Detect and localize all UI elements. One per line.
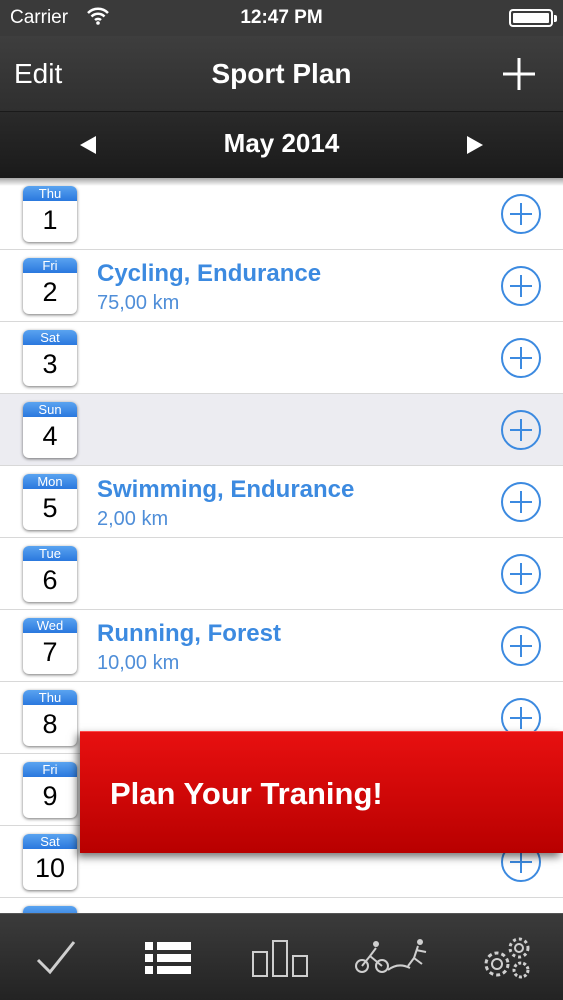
add-circle-icon[interactable] [500, 481, 542, 523]
weekday-label: Thu [23, 690, 77, 705]
calendar-date-icon: Sat 3 [23, 330, 77, 386]
day-row-selected[interactable]: Sun 4 [0, 394, 563, 466]
checkmark-icon [36, 940, 76, 974]
day-row[interactable]: Tue 6 [0, 538, 563, 610]
bar-chart-icon [252, 939, 308, 977]
weekday-label: Fri [23, 258, 77, 273]
tab-plan-list[interactable] [112, 914, 224, 1000]
page-title: Sport Plan [211, 58, 352, 89]
tab-bar [0, 913, 563, 1000]
weekday-label: Thu [23, 186, 77, 201]
status-bar: Carrier 12:47 PM [0, 0, 563, 36]
day-number: 9 [42, 781, 58, 811]
day-row[interactable]: Fri 2 Cycling, Endurance 75,00 km [0, 250, 563, 322]
day-number: 7 [42, 637, 58, 667]
tab-sports[interactable] [338, 914, 450, 1000]
navigation-bar: Edit Sport Plan [0, 36, 563, 112]
activity-distance: 75,00 km [97, 292, 180, 314]
calendar-date-icon: Thu 1 [23, 186, 77, 242]
weekday-label: Fri [23, 762, 77, 777]
activity-entry[interactable]: Running, Forest 10,00 km [97, 620, 281, 675]
day-number: 2 [42, 277, 58, 307]
tab-statistics[interactable] [225, 914, 337, 1000]
tab-settings[interactable] [451, 914, 563, 1000]
calendar-date-icon: Fri 2 [23, 258, 77, 314]
calendar-date-icon: Fri 9 [23, 762, 77, 818]
status-time: 12:47 PM [240, 7, 323, 28]
next-month-arrow-icon[interactable] [467, 136, 483, 154]
settings-gears-icon [484, 937, 530, 978]
day-number: 1 [42, 205, 58, 235]
activity-entry[interactable]: Swimming, Endurance 2,00 km [97, 476, 354, 531]
weekday-label: Sat [23, 834, 77, 849]
activity-distance: 10,00 km [97, 652, 180, 674]
calendar-date-icon: Sun 4 [23, 402, 77, 458]
weekday-label [23, 906, 77, 913]
month-selector: May 2014 [0, 112, 563, 178]
plus-icon[interactable] [501, 56, 537, 92]
day-row[interactable]: Wed 7 Running, Forest 10,00 km [0, 610, 563, 682]
weekday-label: Sun [23, 402, 77, 417]
day-number: 4 [42, 421, 58, 451]
day-number: 3 [42, 349, 58, 379]
weekday-label: Sat [23, 330, 77, 345]
calendar-date-icon: Tue 6 [23, 546, 77, 602]
weekday-label: Mon [23, 474, 77, 489]
promo-banner[interactable]: Plan Your Traning! [80, 731, 563, 853]
add-circle-icon[interactable] [500, 553, 542, 595]
weekday-label: Wed [23, 618, 77, 633]
weekday-label: Tue [23, 546, 77, 561]
day-row[interactable]: Thu 1 [0, 178, 563, 250]
day-row[interactable]: Mon 5 Swimming, Endurance 2,00 km [0, 466, 563, 538]
activity-name: Cycling, Endurance [97, 260, 322, 287]
activity-name: Swimming, Endurance [97, 476, 355, 503]
list-icon [145, 941, 191, 974]
calendar-date-icon: Wed 7 [23, 618, 77, 674]
day-row[interactable]: Sat 3 [0, 322, 563, 394]
triathlon-icon [355, 938, 427, 973]
calendar-date-icon: Sat 10 [23, 834, 77, 890]
battery-icon [509, 9, 557, 27]
calendar-date-icon: Mon 5 [23, 474, 77, 530]
day-row-partial[interactable] [0, 898, 563, 913]
day-number: 6 [42, 565, 58, 595]
add-circle-icon[interactable] [500, 193, 542, 235]
add-circle-icon[interactable] [500, 625, 542, 667]
add-circle-icon[interactable] [500, 337, 542, 379]
activity-distance: 2,00 km [97, 508, 169, 530]
divider-shadow [0, 178, 563, 186]
promo-banner-text: Plan Your Traning! [110, 776, 383, 811]
day-number: 5 [42, 493, 58, 523]
tab-completed[interactable] [0, 914, 112, 1000]
activity-entry[interactable]: Cycling, Endurance 75,00 km [97, 260, 321, 315]
add-circle-icon[interactable] [500, 409, 542, 451]
day-number: 10 [34, 853, 66, 883]
day-number: 8 [42, 709, 58, 739]
calendar-date-icon [23, 906, 77, 913]
calendar-date-icon: Thu 8 [23, 690, 77, 746]
activity-name: Running, Forest [97, 620, 281, 647]
add-circle-icon[interactable] [500, 265, 542, 307]
